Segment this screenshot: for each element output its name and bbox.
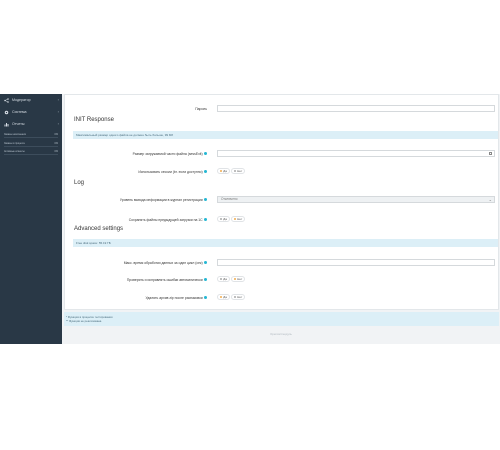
delete-zip-toggle[interactable]: Да Нет <box>217 294 246 300</box>
help-icon[interactable] <box>203 197 207 202</box>
delete-zip-label: Удалять архив zip после распаковки <box>145 296 207 300</box>
sidebar-item-system[interactable]: Система › <box>0 106 62 118</box>
sidebar-item-label: Отчеты <box>12 122 25 126</box>
sidebar-item-reports[interactable]: Отчеты › <box>0 118 62 130</box>
option-no[interactable]: Нет <box>230 276 246 282</box>
chunk-label: Размер загружаемой части файла (sessExit… <box>133 152 207 156</box>
max-time-field[interactable] <box>217 259 495 266</box>
check-fix-toggle[interactable]: Да Нет <box>217 276 246 282</box>
gear-icon <box>4 110 9 115</box>
progress-bar <box>4 153 58 156</box>
init-info-box: Максимальный размер одного файла не долж… <box>73 131 498 139</box>
share-icon <box>4 97 9 103</box>
chevron-down-icon: ⌄ <box>488 197 492 202</box>
password-label: Пароль <box>195 106 207 111</box>
option-yes[interactable]: Да <box>217 294 230 300</box>
save-prev-label: Сохранять файлы предыдущей загрузки на 1… <box>129 218 207 222</box>
chevron-right-icon: › <box>57 97 59 102</box>
help-icon[interactable] <box>203 217 207 222</box>
free-space-box: Free disk space: 55.19 ГБ <box>73 239 498 247</box>
sidebar: Модератор › Система › Отчеты › Заказы на… <box>0 94 62 344</box>
sidebar-item-moderator[interactable]: Модератор › <box>0 94 62 106</box>
help-icon[interactable] <box>203 169 207 174</box>
password-field[interactable] <box>217 105 495 112</box>
advanced-section-title: Advanced settings <box>74 226 124 232</box>
sidebar-item-label: Модератор <box>12 98 31 102</box>
use-sessions-label: Использовать сессии (br. если доступно) <box>138 170 207 174</box>
settings-panel: Пароль INIT Response Максимальный размер… <box>64 94 499 310</box>
bar-chart-icon <box>4 122 9 127</box>
progress-bar <box>4 145 58 147</box>
stat-label: Заказы наполнения 0% <box>4 133 58 137</box>
log-section-title: Log <box>74 180 85 186</box>
main-content: Пароль INIT Response Максимальный размер… <box>62 94 500 344</box>
chevron-right-icon: › <box>57 121 59 126</box>
chunk-size-field[interactable] <box>217 150 495 157</box>
stat-label: Заказы в процессе 0% <box>4 141 58 145</box>
log-level-select[interactable]: Отключено ⌄ <box>217 196 495 203</box>
max-time-label: Макс. время обработки данных за один цик… <box>124 261 207 265</box>
option-yes[interactable]: Да <box>217 276 230 282</box>
save-prev-toggle[interactable]: Да Нет <box>217 216 246 222</box>
option-no[interactable]: Нет <box>230 216 246 222</box>
sidebar-stats: Заказы наполнения 0% Заказы в процессе 0% … <box>0 133 62 156</box>
option-no[interactable]: Нет <box>230 168 246 174</box>
footnotes-box: * Функция в процессе тестирования ** Фун… <box>64 312 499 326</box>
help-icon[interactable] <box>203 151 207 156</box>
help-icon[interactable] <box>203 277 207 282</box>
init-section-title: INIT Response <box>74 117 114 123</box>
check-fix-label: Проверять и исправлять ошибки автоматиче… <box>127 278 207 282</box>
option-yes[interactable]: Да <box>217 216 230 222</box>
help-icon[interactable] <box>203 295 207 300</box>
stat-label: Активные клиенты 0% <box>4 149 58 153</box>
use-sessions-toggle[interactable]: Да Нет <box>217 168 246 174</box>
option-no[interactable]: Нет <box>230 294 246 300</box>
app-window: Модератор › Система › Отчеты › Заказы на… <box>0 94 500 344</box>
help-icon[interactable] <box>203 260 207 265</box>
chevron-right-icon: › <box>57 109 59 114</box>
footer-text: Opencart модуль <box>270 332 292 336</box>
log-level-row: Уровень вывода информации в журнал регис… <box>65 196 500 203</box>
footnote-not-implemented: ** Функция не реализована <box>66 319 102 323</box>
progress-bar <box>4 137 58 139</box>
calendar-icon[interactable] <box>489 152 492 155</box>
sidebar-item-label: Система <box>12 110 27 114</box>
log-level-label: Уровень вывода информации в журнал регис… <box>120 198 207 202</box>
option-yes[interactable]: Да <box>217 168 230 174</box>
